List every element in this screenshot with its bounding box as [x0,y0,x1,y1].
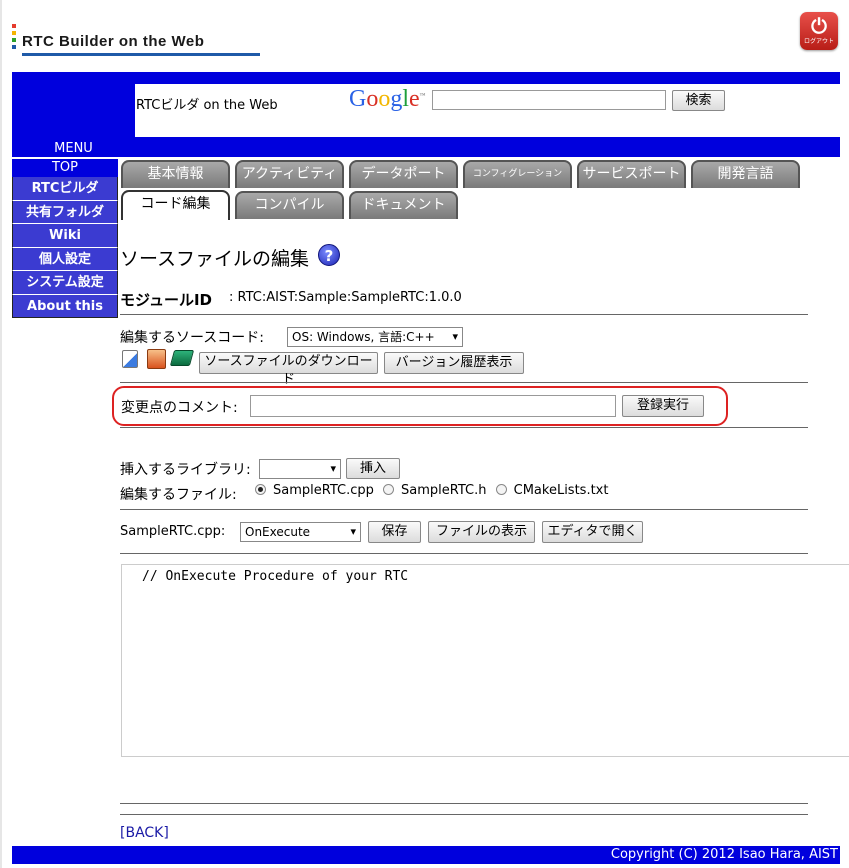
site-name: RTCビルダ on the Web [136,98,278,113]
google-logo: Google™ [349,86,426,112]
module-id-value: : RTC:AIST:Sample:SampleRTC:1.0.0 [229,290,462,305]
sidebar-menu: RTCビルダ 共有フォルダ Wiki 個人設定 システム設定 About thi… [12,177,118,318]
menu-item-wiki[interactable]: Wiki [12,224,118,248]
menu-item-top[interactable]: TOP [12,159,118,177]
open-folder-icon[interactable] [169,350,195,366]
open-editor-button[interactable]: エディタで開く [542,521,643,543]
back-link[interactable]: [BACK] [120,825,169,841]
download-source-button[interactable]: ソースファイルのダウンロード [199,352,378,387]
upload-file-icon[interactable] [147,349,166,369]
menu-title: MENU [54,141,93,156]
tab-basic-info[interactable]: 基本情報 [121,160,230,188]
divider [120,814,808,815]
power-icon: ⏻ [811,14,827,38]
logout-label: ログアウト [803,38,834,45]
tab-configuration[interactable]: コンフィグレーション [463,160,572,188]
banner-left-block [12,84,135,137]
menu-item-shared-folder[interactable]: 共有フォルダ [12,200,118,224]
tab-data-port[interactable]: データポート [349,160,458,188]
register-button[interactable]: 登録実行 [622,395,704,417]
radio-sample-cpp[interactable] [255,484,266,495]
version-history-button[interactable]: バージョン履歴表示 [384,352,524,374]
logout-button[interactable]: ⏻ ログアウト [800,12,838,50]
edit-file-label: 編集するファイル: [120,487,237,503]
divider [120,553,808,554]
search-button[interactable]: 検索 [672,90,725,111]
menu-item-personal-settings[interactable]: 個人設定 [12,247,118,271]
page-title: ソースファイルの編集 [120,248,310,270]
module-id-label: モジュールID [120,291,212,309]
divider [120,427,808,428]
window-left-edge [0,0,2,868]
code-editor[interactable]: // OnExecute Procedure of your RTC [121,564,849,757]
logo-color-bars [12,24,16,54]
tab-service-port[interactable]: サービスポート [577,160,686,188]
radio-label-cpp: SampleRTC.cpp [273,483,374,498]
tab-code-edit[interactable]: コード編集 [121,190,230,220]
source-code-label: 編集するソースコード: [120,330,265,346]
search-input[interactable] [432,90,666,110]
logo-underline [22,53,260,56]
tab-document[interactable]: ドキュメント [349,191,458,219]
file-radio-group: SampleRTC.cpp SampleRTC.h CMakeLists.txt [255,483,613,498]
source-code-select[interactable]: OS: Windows, 言語:C++ [287,327,463,347]
tab-dev-language[interactable]: 開発言語 [691,160,800,188]
edit-file-icon[interactable] [122,350,138,368]
menu-item-about[interactable]: About this [12,294,118,318]
radio-cmakelists[interactable] [495,484,507,495]
function-file-label: SampleRTC.cpp: [120,524,226,539]
show-file-button[interactable]: ファイルの表示 [428,521,535,543]
banner-top-bar [12,72,840,84]
help-icon[interactable]: ? [318,244,340,266]
divider [120,382,808,383]
comment-input[interactable] [250,395,616,417]
radio-label-h: SampleRTC.h [401,483,487,498]
footer-copyright: Copyright (C) 2012 Isao Hara, AIST [12,846,840,864]
function-select[interactable]: OnExecute [240,522,361,542]
radio-sample-h[interactable] [383,484,395,495]
radio-label-cmake: CMakeLists.txt [513,483,609,498]
menu-item-system-settings[interactable]: システム設定 [12,271,118,295]
save-button[interactable]: 保存 [368,521,421,543]
menu-item-rtc-builder[interactable]: RTCビルダ [12,177,118,201]
tab-compile[interactable]: コンパイル [235,191,344,219]
insert-button[interactable]: 挿入 [346,458,400,479]
library-label: 挿入するライブラリ: [120,462,251,478]
divider [120,509,808,510]
divider [120,803,808,804]
library-select[interactable] [259,459,341,479]
tab-activity[interactable]: アクティビティ [235,160,344,188]
comment-label: 変更点のコメント: [121,400,238,416]
divider [120,314,808,315]
banner-bottom-bar [12,137,840,157]
site-logo[interactable]: RTC Builder on the Web [12,24,262,56]
logo-text: RTC Builder on the Web [22,33,205,50]
